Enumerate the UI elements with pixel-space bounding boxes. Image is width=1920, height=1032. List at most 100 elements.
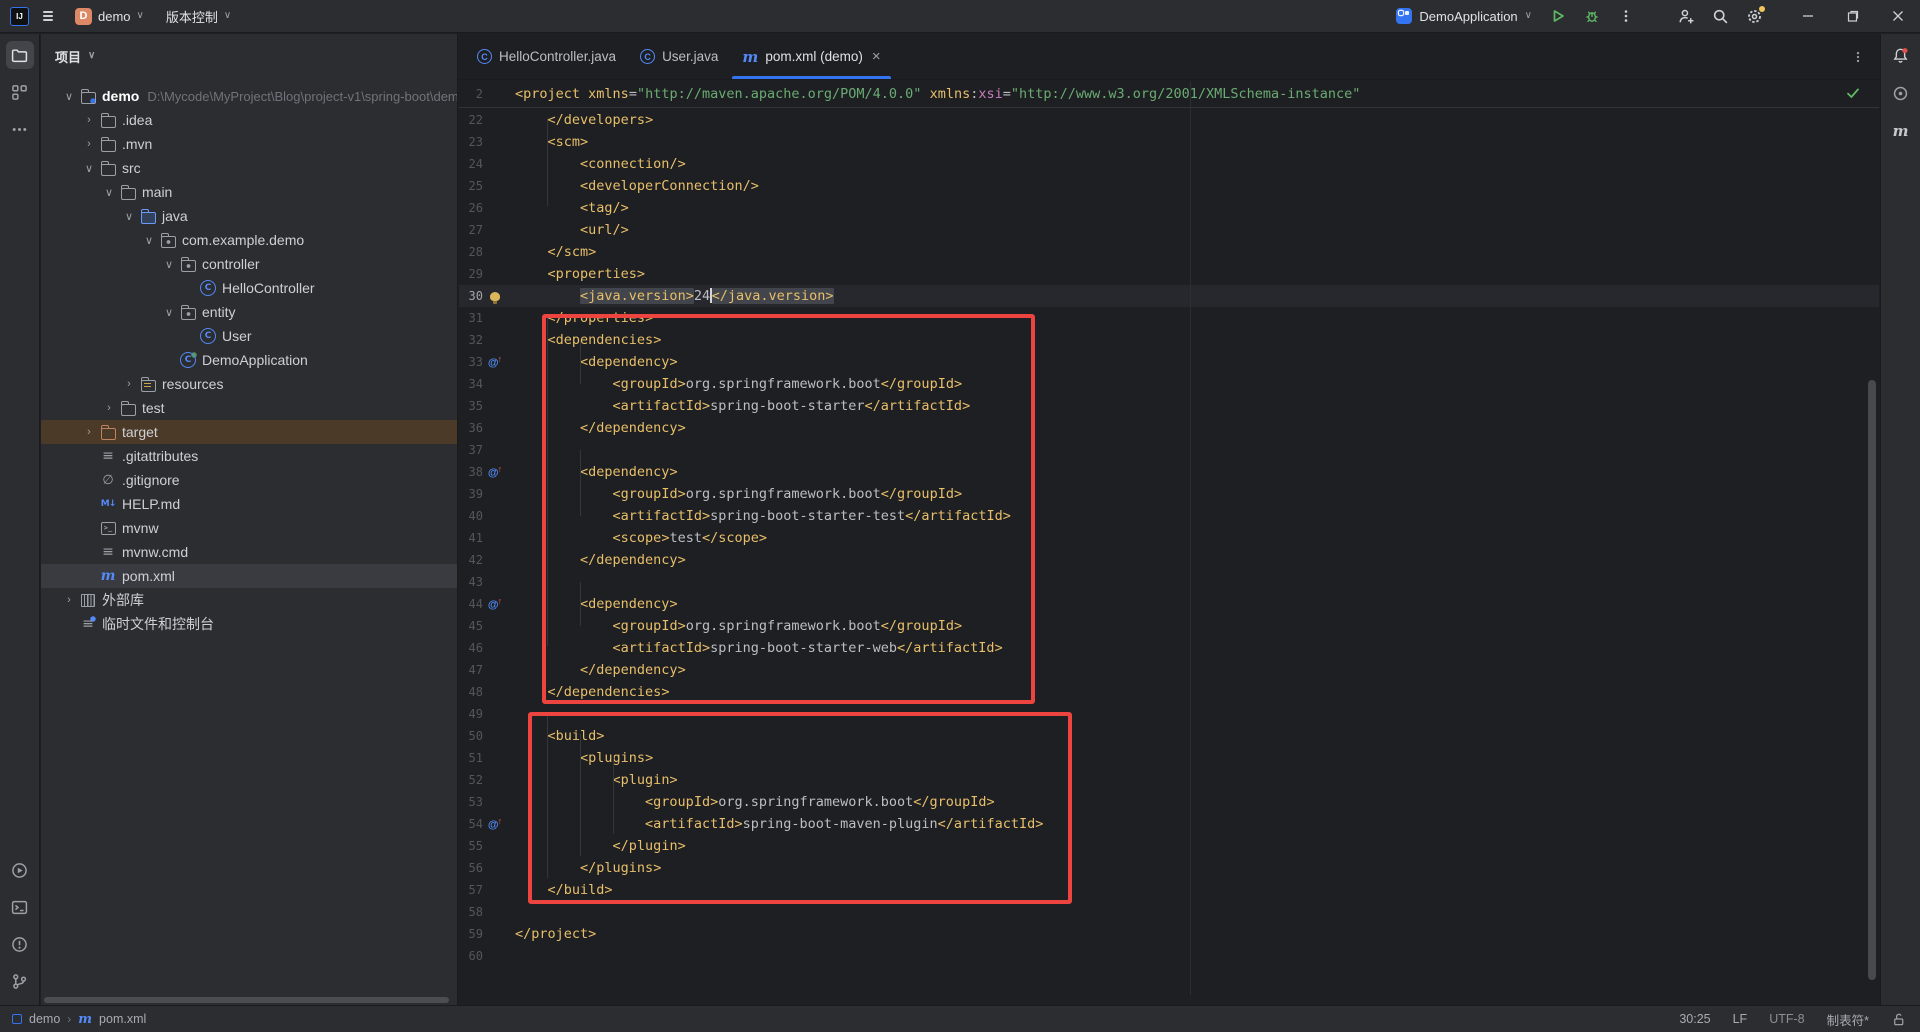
editor-vertical-scrollbar[interactable] (1868, 380, 1876, 980)
notifications-button[interactable] (1887, 41, 1915, 69)
chevron-collapsed-icon[interactable]: › (79, 114, 99, 126)
run-tool-window-button[interactable] (6, 856, 34, 884)
caret-position-widget[interactable]: 30:25 (1679, 1012, 1710, 1026)
code-line-49[interactable]: 49 (459, 703, 1879, 725)
tab-user.java[interactable]: CUser.java (628, 34, 730, 79)
tree-item-controller[interactable]: ∨controller (41, 252, 457, 276)
code-line-35[interactable]: 35 <artifactId>spring-boot-starter</arti… (459, 395, 1879, 417)
project-widget[interactable]: D demo ∨ (67, 3, 152, 29)
code-line-38[interactable]: 38@↑ <dependency> (459, 461, 1879, 483)
breadcrumb-module[interactable]: demo (29, 1012, 60, 1026)
code-line-52[interactable]: 52 <plugin> (459, 769, 1879, 791)
code-line-53[interactable]: 53 <groupId>org.springframework.boot</gr… (459, 791, 1879, 813)
tree-item-.gitattributes[interactable]: .gitattributes (41, 444, 457, 468)
code-line-24[interactable]: 24 <connection/> (459, 153, 1879, 175)
code-with-me-button[interactable] (1669, 3, 1703, 29)
dependency-update-gutter-icon[interactable]: @↑ (488, 817, 502, 831)
project-panel-header[interactable]: 项目 ∨ (41, 34, 457, 78)
more-actions-button[interactable] (1609, 3, 1643, 29)
tab-pom.xml-demo-[interactable]: mpom.xml (demo)× (730, 34, 892, 79)
code-line-46[interactable]: 46 <artifactId>spring-boot-starter-web</… (459, 637, 1879, 659)
intention-bulb-icon[interactable] (490, 292, 500, 301)
tree-item-user[interactable]: User (41, 324, 457, 348)
tree-item-demoapplication[interactable]: DemoApplication (41, 348, 457, 372)
project-tool-window-button[interactable] (6, 41, 34, 69)
chevron-expanded-icon[interactable]: ∨ (59, 90, 79, 103)
chevron-expanded-icon[interactable]: ∨ (119, 210, 139, 223)
chevron-collapsed-icon[interactable]: › (59, 594, 79, 606)
chevron-collapsed-icon[interactable]: › (99, 402, 119, 414)
line-ending-widget[interactable]: LF (1733, 1012, 1748, 1026)
code-line-54[interactable]: 54@↑ <artifactId>spring-boot-maven-plugi… (459, 813, 1879, 835)
editor-options-button[interactable] (1851, 50, 1879, 64)
code-line-43[interactable]: 43 (459, 571, 1879, 593)
chevron-collapsed-icon[interactable]: › (119, 378, 139, 390)
tab-close-icon[interactable]: × (872, 48, 881, 65)
tree-item-pom.xml[interactable]: pom.xml (41, 564, 457, 588)
tree-item-src[interactable]: ∨src (41, 156, 457, 180)
code-line-31[interactable]: 31 </properties> (459, 307, 1879, 329)
tree-item-demo[interactable]: ∨demoD:\Mycode\MyProject\Blog\project-v1… (41, 84, 457, 108)
tree-item--[interactable]: ›外部库 (41, 588, 457, 612)
tree-item-.mvn[interactable]: ›.mvn (41, 132, 457, 156)
code-line-25[interactable]: 25 <developerConnection/> (459, 175, 1879, 197)
run-button[interactable] (1541, 3, 1575, 29)
version-control-tool-window-button[interactable] (6, 967, 34, 995)
code-line-30[interactable]: 30 <java.version>24</java.version> (459, 285, 1879, 307)
code-line-50[interactable]: 50 <build> (459, 725, 1879, 747)
code-line-56[interactable]: 56 </plugins> (459, 857, 1879, 879)
terminal-tool-window-button[interactable] (6, 893, 34, 921)
code-line-40[interactable]: 40 <artifactId>spring-boot-starter-test<… (459, 505, 1879, 527)
tree-item-.gitignore[interactable]: .gitignore (41, 468, 457, 492)
dependency-update-gutter-icon[interactable]: @↑ (488, 597, 502, 611)
code-line-59[interactable]: 59</project> (459, 923, 1879, 945)
breadcrumb-file[interactable]: pom.xml (99, 1012, 146, 1026)
search-everywhere-button[interactable] (1703, 3, 1737, 29)
maximize-button[interactable] (1830, 0, 1875, 33)
settings-button[interactable] (1737, 3, 1771, 29)
more-tool-windows-button[interactable] (6, 115, 34, 143)
chevron-expanded-icon[interactable]: ∨ (159, 306, 179, 319)
ai-assistant-button[interactable] (1887, 79, 1915, 107)
chevron-expanded-icon[interactable]: ∨ (159, 258, 179, 271)
tab-hellocontroller.java[interactable]: CHelloController.java (465, 34, 628, 79)
code-line-34[interactable]: 34 <groupId>org.springframework.boot</gr… (459, 373, 1879, 395)
readonly-toggle[interactable] (1891, 1012, 1906, 1027)
tree-item-com.example.demo[interactable]: ∨com.example.demo (41, 228, 457, 252)
code-line-29[interactable]: 29 <properties> (459, 263, 1879, 285)
code-line-36[interactable]: 36 </dependency> (459, 417, 1879, 439)
code-line-33[interactable]: 33@↑ <dependency> (459, 351, 1879, 373)
vcs-widget[interactable]: 版本控制 ∨ (158, 3, 239, 29)
tree-item-java[interactable]: ∨java (41, 204, 457, 228)
tree-item-entity[interactable]: ∨entity (41, 300, 457, 324)
project-panel-horizontal-scrollbar[interactable] (44, 997, 449, 1003)
code-line-39[interactable]: 39 <groupId>org.springframework.boot</gr… (459, 483, 1879, 505)
code-line-44[interactable]: 44@↑ <dependency> (459, 593, 1879, 615)
code-line-32[interactable]: 32 <dependencies> (459, 329, 1879, 351)
code-line-26[interactable]: 26 <tag/> (459, 197, 1879, 219)
tree-item-help.md[interactable]: HELP.md (41, 492, 457, 516)
run-configuration-selector[interactable]: DemoApplication ∨ (1387, 3, 1541, 29)
code-line-22[interactable]: 22 </developers> (459, 109, 1879, 131)
tree-item-target[interactable]: ›target (41, 420, 457, 444)
minimize-button[interactable] (1785, 0, 1830, 33)
maven-tool-window-button[interactable]: m (1887, 117, 1915, 145)
code-line-60[interactable]: 60 (459, 945, 1879, 967)
tree-item-.idea[interactable]: ›.idea (41, 108, 457, 132)
indent-widget[interactable]: 制表符* (1827, 1010, 1869, 1029)
code-line-48[interactable]: 48 </dependencies> (459, 681, 1879, 703)
code-line-27[interactable]: 27 <url/> (459, 219, 1879, 241)
chevron-collapsed-icon[interactable]: › (79, 138, 99, 150)
debug-button[interactable] (1575, 3, 1609, 29)
chevron-expanded-icon[interactable]: ∨ (139, 234, 159, 247)
code-line-23[interactable]: 23 <scm> (459, 131, 1879, 153)
close-button[interactable] (1875, 0, 1920, 33)
code-editor[interactable]: 22 </developers>23 <scm>24 <connection/>… (459, 109, 1879, 1005)
structure-tool-window-button[interactable] (6, 78, 34, 106)
tree-item--[interactable]: 临时文件和控制台 (41, 612, 457, 636)
code-line-58[interactable]: 58 (459, 901, 1879, 923)
tree-item-resources[interactable]: ›resources (41, 372, 457, 396)
problems-tool-window-button[interactable] (6, 930, 34, 958)
tree-item-mvnw[interactable]: mvnw (41, 516, 457, 540)
code-line-28[interactable]: 28 </scm> (459, 241, 1879, 263)
